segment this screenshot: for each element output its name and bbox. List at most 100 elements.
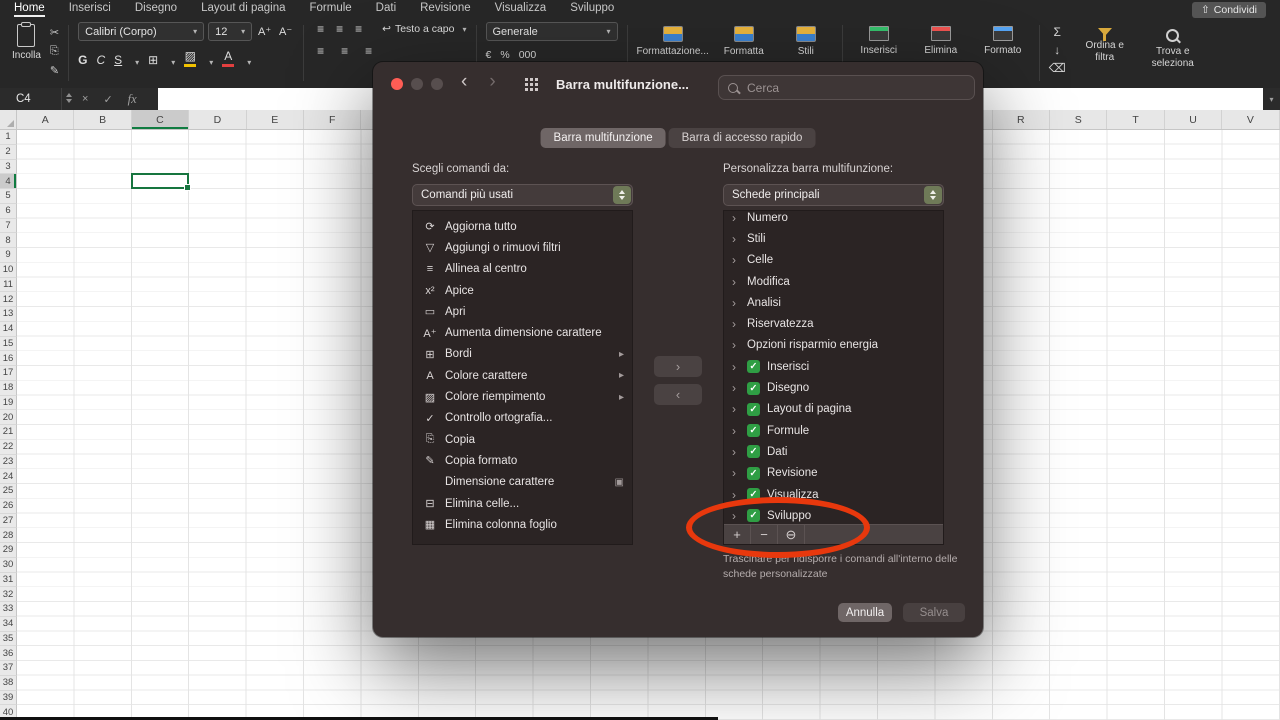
column-header[interactable]: T: [1107, 110, 1164, 129]
currency-format-icon[interactable]: €: [486, 49, 492, 61]
row-header[interactable]: 7: [0, 219, 17, 234]
find-select-button[interactable]: Trova e seleziona: [1144, 22, 1202, 75]
search-input[interactable]: [745, 80, 965, 96]
command-item[interactable]: A⁺Aumenta dimensione carattere: [413, 322, 632, 343]
row-header[interactable]: 32: [0, 587, 17, 602]
ribbon-tab-item[interactable]: ›Opzioni risparmio energia: [724, 335, 943, 356]
ribbon-scope-dropdown[interactable]: Schede principali: [723, 184, 944, 206]
ribbon-tab-item[interactable]: ›✓Disegno: [724, 377, 943, 398]
row-header[interactable]: 35: [0, 632, 17, 647]
row-header[interactable]: 25: [0, 484, 17, 499]
checkbox-checked-icon[interactable]: ✓: [747, 382, 760, 395]
column-header[interactable]: C: [132, 110, 189, 129]
ribbon-tab-item[interactable]: ›✓Inserisci: [724, 356, 943, 377]
selected-cell[interactable]: [131, 173, 189, 189]
column-header[interactable]: V: [1222, 110, 1279, 129]
checkbox-checked-icon[interactable]: ✓: [747, 424, 760, 437]
row-header[interactable]: 14: [0, 322, 17, 337]
row-header[interactable]: 36: [0, 646, 17, 661]
checkbox-checked-icon[interactable]: ✓: [747, 467, 760, 480]
name-box[interactable]: C4: [0, 88, 62, 110]
font-name-select[interactable]: Calibri (Corpo) ▾: [78, 22, 204, 41]
command-item[interactable]: ⊟Elimina celle...: [413, 493, 632, 514]
command-item[interactable]: ▨Colore riempimento▸: [413, 386, 632, 407]
ribbon-tab[interactable]: Layout di pagina: [201, 0, 285, 17]
decrease-font-icon[interactable]: A⁻: [277, 22, 294, 41]
command-item[interactable]: ⊞Bordi▸: [413, 344, 632, 365]
row-header[interactable]: 22: [0, 440, 17, 455]
row-header[interactable]: 18: [0, 381, 17, 396]
cells-button[interactable]: Formato: [976, 22, 1030, 56]
row-header[interactable]: 24: [0, 469, 17, 484]
ribbon-tab-item[interactable]: ›Numero: [724, 210, 943, 228]
align-center-icon[interactable]: ≡: [337, 44, 352, 58]
command-item[interactable]: AColore carattere▸: [413, 365, 632, 386]
row-header[interactable]: 9: [0, 248, 17, 263]
row-header[interactable]: 1: [0, 130, 17, 145]
column-header[interactable]: U: [1165, 110, 1222, 129]
row-header[interactable]: 13: [0, 307, 17, 322]
align-right-icon[interactable]: ≡: [361, 44, 376, 58]
cancel-entry-icon[interactable]: ×: [82, 93, 88, 105]
align-left-icon[interactable]: ≡: [313, 44, 328, 58]
close-window-button[interactable]: [391, 78, 403, 90]
remove-tab-button[interactable]: −: [751, 525, 778, 544]
row-header[interactable]: 27: [0, 514, 17, 529]
ribbon-tab[interactable]: Formule: [309, 0, 351, 17]
column-header[interactable]: R: [993, 110, 1050, 129]
command-item[interactable]: ⟳Aggiorna tutto: [413, 216, 632, 237]
row-header[interactable]: 6: [0, 204, 17, 219]
row-header[interactable]: 15: [0, 337, 17, 352]
command-item[interactable]: Dimensione carattere▣: [413, 472, 632, 493]
remove-circle-button[interactable]: ⊖: [778, 525, 805, 544]
command-item[interactable]: ≡Allinea al centro: [413, 259, 632, 280]
share-button[interactable]: ⇧ Condividi: [1192, 2, 1266, 18]
checkbox-checked-icon[interactable]: ✓: [747, 445, 760, 458]
ribbon-tab[interactable]: Revisione: [420, 0, 471, 17]
row-header[interactable]: 23: [0, 455, 17, 470]
command-item[interactable]: ▦Elimina colonna foglio: [413, 514, 632, 535]
ribbon-tab-item[interactable]: ›Riservatezza: [724, 313, 943, 334]
ribbon-tab[interactable]: Disegno: [135, 0, 177, 17]
column-header[interactable]: E: [247, 110, 304, 129]
autosum-icon[interactable]: Σ: [1054, 25, 1061, 39]
fill-down-icon[interactable]: ↓: [1054, 43, 1060, 57]
copy-icon[interactable]: ⎘: [50, 45, 59, 58]
row-header[interactable]: 19: [0, 396, 17, 411]
ribbon-tab-item[interactable]: ›✓Revisione: [724, 463, 943, 484]
row-header[interactable]: 33: [0, 602, 17, 617]
column-header[interactable]: D: [189, 110, 246, 129]
dialog-tab[interactable]: Barra multifunzione: [541, 128, 666, 148]
ribbon-tab[interactable]: Sviluppo: [570, 0, 614, 17]
italic-button[interactable]: C: [96, 53, 105, 67]
commands-list[interactable]: ⟳Aggiorna tutto▽Aggiungi o rimuovi filtr…: [412, 210, 633, 545]
confirm-entry-icon[interactable]: ✓: [103, 93, 112, 106]
underline-button[interactable]: S: [114, 53, 122, 67]
styles-button[interactable]: Formattazione...: [637, 22, 709, 57]
ribbon-tab-item[interactable]: ›Analisi: [724, 292, 943, 313]
column-header[interactable]: F: [304, 110, 361, 129]
add-command-button[interactable]: ›: [654, 356, 702, 377]
ribbon-tab-item[interactable]: ›✓Layout di pagina: [724, 399, 943, 420]
row-header[interactable]: 4: [0, 174, 17, 189]
align-middle-icon[interactable]: ≡: [332, 22, 347, 36]
row-header[interactable]: 39: [0, 691, 17, 706]
bold-button[interactable]: G: [78, 53, 87, 67]
increase-font-icon[interactable]: A⁺: [256, 22, 273, 41]
ribbon-tab[interactable]: Dati: [376, 0, 396, 17]
row-header[interactable]: 11: [0, 278, 17, 293]
wrap-text-button[interactable]: ↩ Testo a capo ▾: [382, 23, 466, 35]
checkbox-checked-icon[interactable]: ✓: [747, 403, 760, 416]
number-format-select[interactable]: Generale ▾: [486, 22, 618, 41]
row-header[interactable]: 26: [0, 499, 17, 514]
checkbox-checked-icon[interactable]: ✓: [747, 488, 760, 501]
styles-button[interactable]: Formatta: [717, 22, 771, 57]
cancel-button[interactable]: Annulla: [838, 603, 892, 622]
styles-button[interactable]: Stili: [779, 22, 833, 57]
column-header[interactable]: S: [1050, 110, 1107, 129]
font-color-button[interactable]: A: [222, 49, 234, 67]
ribbon-tab-item[interactable]: ›Modifica: [724, 271, 943, 292]
insert-function-icon[interactable]: fx: [128, 92, 137, 107]
command-item[interactable]: ⎘Copia: [413, 429, 632, 450]
align-top-icon[interactable]: ≡: [313, 22, 328, 36]
